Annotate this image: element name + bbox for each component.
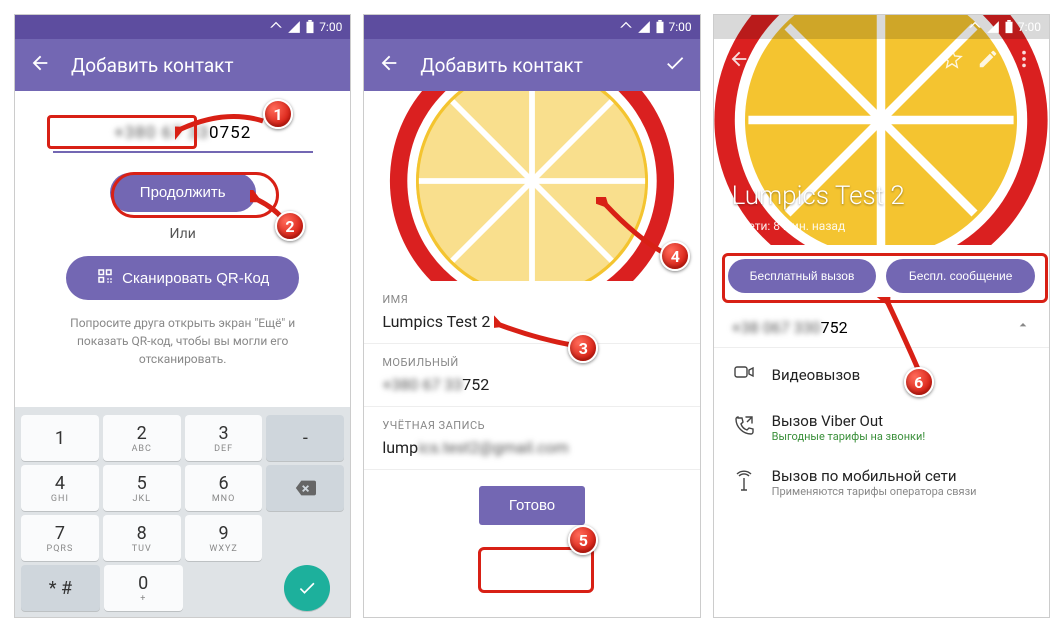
edit-icon[interactable] <box>977 48 999 74</box>
screenshot-contact-form: 7:00 Добавить контакт ИМЯ Lumpics Test 2… <box>363 14 700 618</box>
qr-icon <box>96 267 114 289</box>
chevron-up-icon <box>1015 317 1031 337</box>
free-message-button[interactable]: Беспл. сообщение <box>886 259 1035 293</box>
key-blank <box>187 565 266 611</box>
header-title: Добавить контакт <box>71 54 234 77</box>
done-button[interactable]: Готово <box>479 486 585 525</box>
status-time: 7:00 <box>669 20 692 34</box>
back-icon[interactable] <box>29 52 51 79</box>
helper-text: Попросите друга открыть экран "Ещё" и по… <box>43 300 322 368</box>
status-bar: 7:00 <box>714 15 1049 39</box>
scan-qr-button[interactable]: Сканировать QR-Код <box>66 256 299 300</box>
app-header: Добавить контакт <box>15 39 350 91</box>
annotation-marker-2: 2 <box>275 211 305 241</box>
key-dash[interactable]: - <box>266 415 344 461</box>
signal-icon <box>287 20 301 34</box>
contact-avatar <box>364 91 699 281</box>
key-empty <box>266 515 344 561</box>
profile-status: В сети: 8 мин. назад <box>732 219 846 233</box>
screenshot-add-contact-phone: 7:00 Добавить контакт +380 67 330752 Про… <box>14 14 351 618</box>
battery-icon <box>1004 20 1014 34</box>
video-call-option[interactable]: Видеовызов <box>714 348 1049 400</box>
key-7[interactable]: 7PQRS <box>21 515 99 561</box>
mobile-label: МОБИЛЬНЫЙ <box>382 356 681 369</box>
status-bar: 7:00 <box>364 15 699 39</box>
profile-name: Lumpics Test 2 <box>732 181 905 211</box>
video-icon <box>732 360 756 388</box>
annotation-marker-1: 1 <box>263 99 293 129</box>
account-value: lumpics.test2@gmail.com <box>382 432 681 461</box>
app-header: Добавить контакт <box>364 39 699 91</box>
wifi-icon <box>269 20 283 34</box>
status-bar: 7:00 <box>15 15 350 39</box>
header-title: Добавить контакт <box>420 54 583 77</box>
screenshot-contact-profile: 7:00 Lumpics Test 2 В сети: 8 мин. назад… <box>713 14 1050 618</box>
key-6[interactable]: 6MNO <box>185 465 263 511</box>
status-time: 7:00 <box>319 20 342 34</box>
annotation-marker-5: 5 <box>568 525 598 555</box>
more-icon[interactable] <box>1013 48 1035 74</box>
viber-out-option[interactable]: Вызов Viber Out Выгодные тарифы на звонк… <box>714 400 1049 455</box>
wifi-icon <box>968 20 982 34</box>
signal-icon <box>637 20 651 34</box>
battery-icon <box>655 20 665 34</box>
battery-icon <box>305 20 315 34</box>
back-icon[interactable] <box>378 52 400 79</box>
phone-number-row[interactable]: +38 067 330752 <box>714 307 1049 348</box>
key-2[interactable]: 2ABC <box>103 415 181 461</box>
confirm-icon[interactable] <box>664 52 686 79</box>
name-value: Lumpics Test 2 <box>382 306 681 335</box>
annotation-marker-6: 6 <box>904 367 934 397</box>
account-field[interactable]: УЧЁТНАЯ ЗАПИСЬ lumpics.test2@gmail.com <box>364 407 699 470</box>
key-5[interactable]: 5JKL <box>103 465 181 511</box>
continue-button[interactable]: Продолжить <box>110 173 256 212</box>
phone-number-text: +38 067 330752 <box>732 318 848 337</box>
profile-header-actions <box>714 37 1049 85</box>
star-icon[interactable] <box>941 48 963 74</box>
name-field[interactable]: ИМЯ Lumpics Test 2 <box>364 281 699 344</box>
cell-tower-icon <box>732 469 756 497</box>
name-label: ИМЯ <box>382 293 681 306</box>
phone-out-icon <box>732 414 756 442</box>
cellular-call-option[interactable]: Вызов по мобильной сети Применяются тари… <box>714 455 1049 510</box>
key-0[interactable]: 0+ <box>104 565 183 611</box>
status-time: 7:00 <box>1018 20 1041 34</box>
key-4[interactable]: 4GHI <box>21 465 99 511</box>
key-3[interactable]: 3DEF <box>185 415 263 461</box>
numeric-keypad: 1 2ABC 3DEF - 4GHI 5JKL 6MNO 7PQRS 8TUV … <box>15 407 350 617</box>
key-8[interactable]: 8TUV <box>103 515 181 561</box>
key-backspace[interactable] <box>266 465 344 511</box>
free-call-button[interactable]: Бесплатный вызов <box>728 259 877 293</box>
key-symbols[interactable]: * # <box>21 565 100 611</box>
account-label: УЧЁТНАЯ ЗАПИСЬ <box>382 419 681 432</box>
wifi-icon <box>619 20 633 34</box>
back-icon[interactable] <box>728 48 750 74</box>
mobile-field[interactable]: МОБИЛЬНЫЙ +380 67 33752 <box>364 344 699 407</box>
key-confirm[interactable] <box>284 565 330 611</box>
key-1[interactable]: 1 <box>21 415 99 461</box>
action-buttons-row: Бесплатный вызов Беспл. сообщение <box>714 245 1049 307</box>
key-9[interactable]: 9WXYZ <box>185 515 263 561</box>
signal-icon <box>986 20 1000 34</box>
mobile-value: +380 67 33752 <box>382 369 681 398</box>
